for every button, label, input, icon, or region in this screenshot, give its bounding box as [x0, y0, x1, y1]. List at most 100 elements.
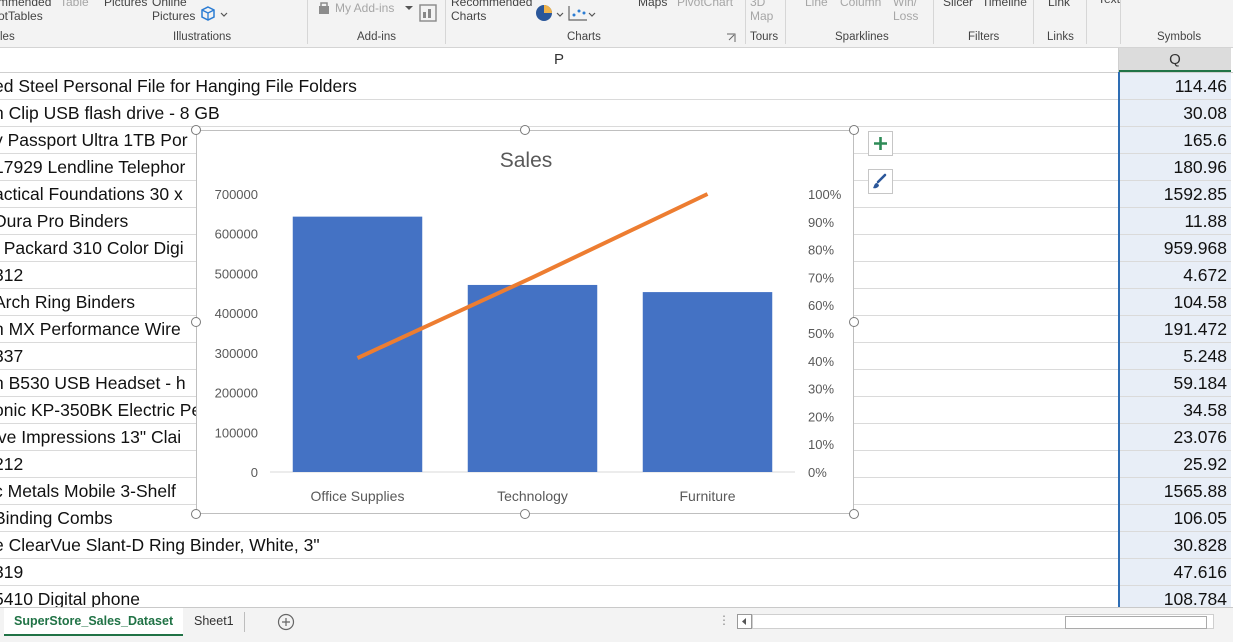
3d-models-icon[interactable]	[200, 5, 230, 23]
cell-sales-value[interactable]: 114.46	[1119, 73, 1231, 100]
y-axis-tick-label: 600000	[215, 227, 258, 242]
cell-sales-value[interactable]: 34.58	[1119, 397, 1231, 424]
ribbon-online-pictures-label[interactable]: Online	[152, 0, 187, 9]
new-sheet-icon[interactable]	[277, 613, 295, 631]
cell-sales-value[interactable]: 25.92	[1119, 451, 1231, 478]
ribbon-online-pictures-label[interactable]: Pictures	[152, 9, 195, 23]
cell-text: ed Steel Personal File for Hanging File …	[0, 76, 357, 96]
ribbon-link-label[interactable]: Link	[1048, 0, 1070, 9]
tab-superstore-sales-dataset[interactable]: SuperStore_Sales_Dataset	[4, 608, 184, 636]
horizontal-scrollbar[interactable]	[752, 614, 1214, 629]
cell-product-name[interactable]: ed Steel Personal File for Hanging File …	[0, 73, 1119, 100]
resize-handle[interactable]	[849, 509, 859, 519]
ribbon-pivotchart-label[interactable]: PivotChart	[677, 0, 733, 9]
cell-sales-value[interactable]: 59.184	[1119, 370, 1231, 397]
secondary-y-axis-tick-label: 0%	[808, 465, 827, 480]
dialog-launcher-icon[interactable]	[726, 33, 736, 43]
ribbon-rec-charts-label[interactable]: Recommended	[451, 0, 532, 9]
ribbon-group-label: Charts	[567, 31, 601, 43]
cell-product-name[interactable]: e ClearVue Slant-D Ring Binder, White, 3…	[0, 532, 1119, 559]
ribbon-maps-label[interactable]: Maps	[638, 0, 667, 9]
resize-handle[interactable]	[849, 317, 859, 327]
cell-sales-value[interactable]: 30.828	[1119, 532, 1231, 559]
cell-sales-value[interactable]: 959.968	[1119, 235, 1231, 262]
column-header-q[interactable]: Q	[1119, 48, 1231, 72]
ribbon-slicer-label[interactable]: Slicer	[943, 0, 973, 9]
ribbon-rec-pivot-label[interactable]: otTables	[0, 9, 43, 23]
y-axis-tick-label: 700000	[215, 187, 258, 202]
resize-handle[interactable]	[191, 125, 201, 135]
cell-sales-value[interactable]: 11.88	[1119, 208, 1231, 235]
resize-handle[interactable]	[520, 125, 530, 135]
ribbon-rec-charts-label[interactable]: Charts	[451, 9, 486, 23]
ribbon-group-label: Sparklines	[835, 31, 889, 43]
ribbon-line-label[interactable]: Line	[805, 0, 828, 9]
resize-handle[interactable]	[191, 317, 201, 327]
cell-sales-value[interactable]: 30.08	[1119, 100, 1231, 127]
ribbon-group-separator	[1033, 0, 1034, 44]
resize-handle[interactable]	[520, 509, 530, 519]
cell-text: Binding Combs	[0, 508, 113, 528]
chart-styles-button[interactable]	[868, 169, 893, 194]
ribbon-rec-pivot-label[interactable]: mmended	[0, 0, 51, 9]
split-handle[interactable]: ⋮	[718, 613, 730, 627]
people-graph-icon[interactable]	[418, 3, 438, 23]
dropdown-arrow-icon[interactable]	[404, 4, 414, 12]
cell-sales-value[interactable]: 47.616	[1119, 559, 1231, 586]
cell-sales-value[interactable]: 5.248	[1119, 343, 1231, 370]
cell-sales-value[interactable]: 106.05	[1119, 505, 1231, 532]
plus-icon	[874, 137, 887, 150]
column-headers: P Q	[0, 48, 1233, 73]
chart-title: Sales	[500, 149, 553, 172]
cell-text: h B530 USB Headset - h	[0, 373, 186, 393]
ribbon-3dmap-label[interactable]: 3D	[750, 0, 765, 9]
cell-sales-value[interactable]: 165.6	[1119, 127, 1231, 154]
cell-text: c Metals Mobile 3-Shelf	[0, 481, 176, 501]
ribbon-my-addins-label[interactable]: My Add-ins	[335, 1, 394, 15]
cell-text: 319	[0, 562, 24, 582]
table-row: ed Steel Personal File for Hanging File …	[0, 73, 1233, 100]
ribbon-3dmap-label[interactable]: Map	[750, 9, 773, 23]
cell-sales-value[interactable]: 23.076	[1119, 424, 1231, 451]
ribbon-winloss-label[interactable]: Loss	[893, 9, 918, 23]
ribbon-timeline-label[interactable]: Timeline	[982, 0, 1027, 9]
cell-text: h MX Performance Wire	[0, 319, 181, 339]
cell-sales-value[interactable]: 191.472	[1119, 316, 1231, 343]
cell-product-name[interactable]: n Clip USB flash drive - 8 GB	[0, 100, 1119, 127]
cell-sales-value[interactable]: 1592.85	[1119, 181, 1231, 208]
cell-sales-value[interactable]: 1565.88	[1119, 478, 1231, 505]
cell-sales-value[interactable]: 104.58	[1119, 289, 1231, 316]
cell-product-name[interactable]: 5410 Digital phone	[0, 586, 1119, 607]
tab-sheet1[interactable]: Sheet1	[184, 608, 244, 634]
cell-sales-value[interactable]: 4.672	[1119, 262, 1231, 289]
cell-sales-value[interactable]: 180.96	[1119, 154, 1231, 181]
cell-product-name[interactable]: 319	[0, 559, 1119, 586]
bar	[467, 284, 598, 472]
cell-text: Dura Pro Binders	[0, 211, 129, 231]
ribbon-group-label: Add-ins	[357, 31, 396, 43]
chart-elements-button[interactable]	[868, 131, 893, 156]
y-axis-tick-label: 500000	[215, 266, 258, 281]
store-icon[interactable]	[316, 0, 332, 16]
pie-and-scatter-chart-icons[interactable]	[535, 4, 597, 24]
ribbon-winloss-label[interactable]: Win/	[893, 0, 917, 9]
scroll-thumb[interactable]	[1065, 616, 1207, 629]
chart-area[interactable]: Sales 0 100000 200000 300000 400000 500000 6000…	[196, 130, 854, 514]
ribbon-table-label[interactable]: Table	[60, 0, 89, 9]
ribbon-text-label[interactable]: Text	[1098, 0, 1120, 6]
ribbon-group-label: Filters	[968, 31, 1000, 43]
cell-sales-value[interactable]: 108.784	[1119, 586, 1231, 607]
secondary-y-axis-tick-label: 20%	[808, 409, 834, 424]
ribbon-pictures-label[interactable]: Pictures	[104, 0, 147, 9]
ribbon-group-separator	[307, 0, 308, 44]
y-axis-tick-label: 100000	[215, 425, 258, 440]
table-row: n Clip USB flash drive - 8 GB 30.08	[0, 100, 1233, 127]
resize-handle[interactable]	[849, 125, 859, 135]
ribbon-column-label[interactable]: Column	[840, 0, 881, 9]
scroll-left-button[interactable]	[737, 614, 752, 629]
column-header-p[interactable]: P	[0, 48, 1119, 72]
resize-handle[interactable]	[191, 509, 201, 519]
y-axis-tick-label: 300000	[215, 346, 258, 361]
y-axis-tick-label: 200000	[215, 386, 258, 401]
ribbon-group-label: Links	[1047, 31, 1074, 43]
